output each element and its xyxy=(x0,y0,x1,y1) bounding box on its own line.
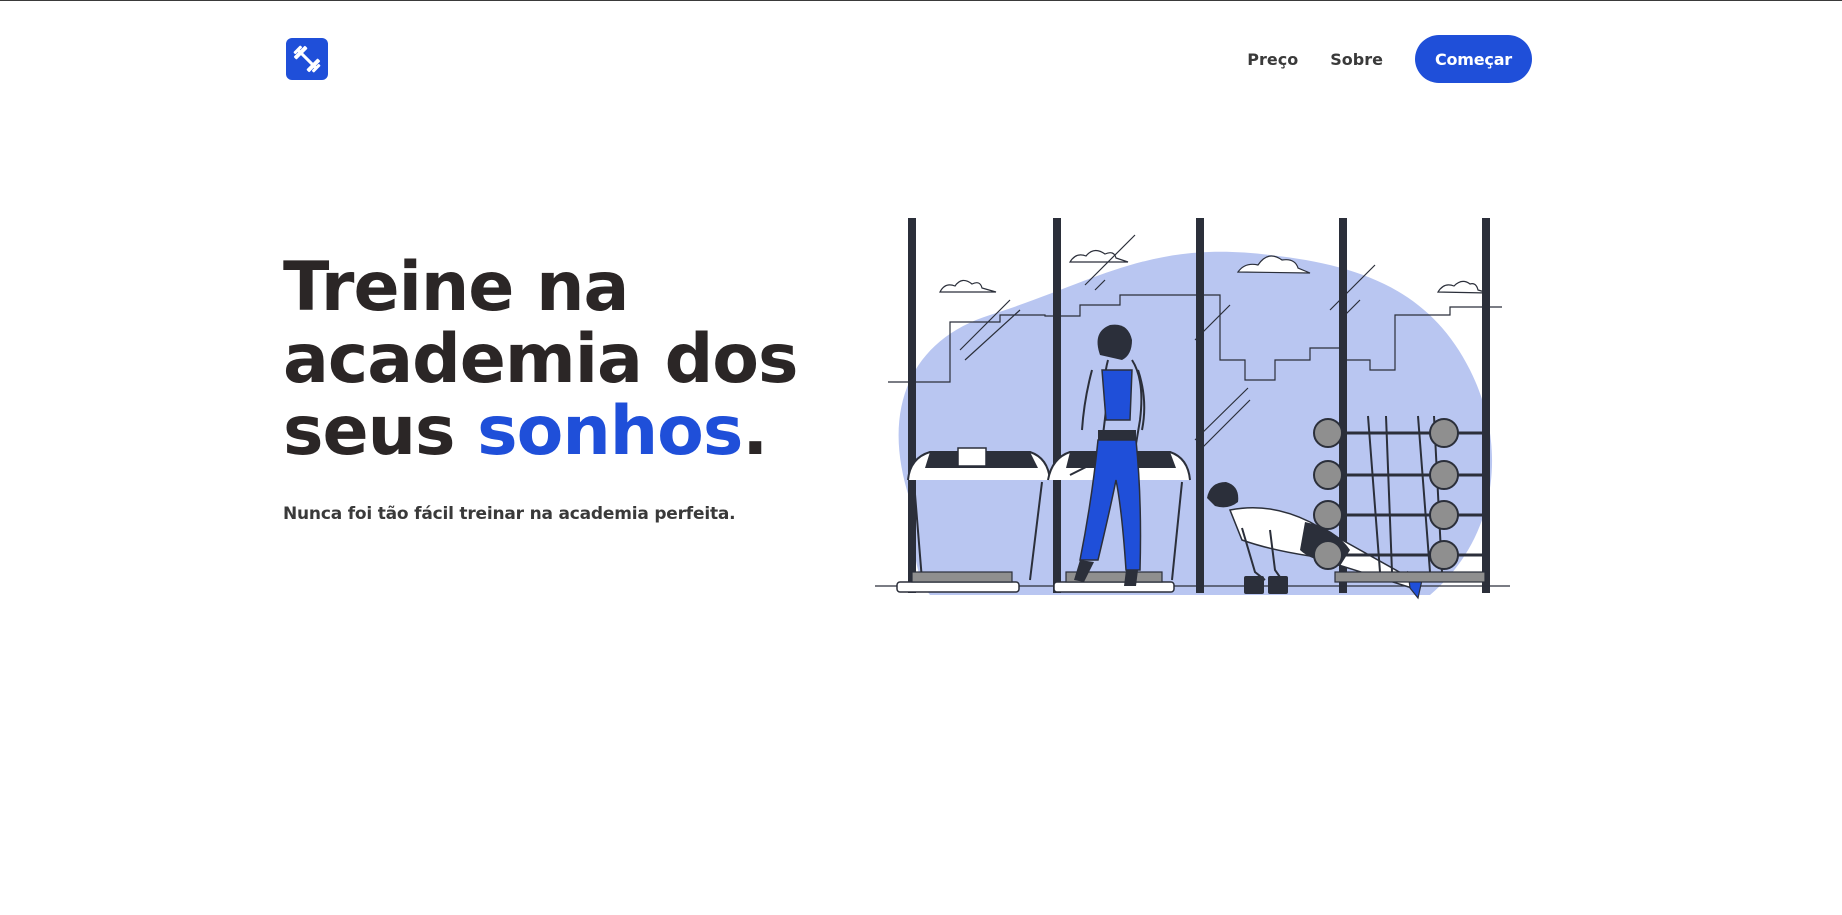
cloud-1 xyxy=(939,279,997,293)
hero-headline: Treine na academia dos seus sonhos. xyxy=(283,252,843,468)
hero-section: Treine na academia dos seus sonhos. Nunc… xyxy=(283,252,843,525)
blob-shape xyxy=(898,251,1493,595)
headline-line-3: seus xyxy=(283,392,455,471)
dumbbell-icon xyxy=(293,45,321,73)
cloud-2 xyxy=(1068,249,1129,263)
gym-illustration-icon xyxy=(875,218,1510,600)
window-frame-4 xyxy=(1339,218,1347,593)
start-button[interactable]: Começar xyxy=(1414,35,1532,83)
site-header: Preço Sobre Começar xyxy=(0,0,1842,120)
window-frame-5 xyxy=(1482,218,1490,593)
headline-accent: sonhos xyxy=(477,392,743,471)
hero-subtitle: Nunca foi tão fácil treinar na academia … xyxy=(283,504,736,524)
gym-illustration xyxy=(870,210,1520,610)
logo[interactable] xyxy=(286,38,328,80)
nav-link-preco[interactable]: Preço xyxy=(1247,50,1298,69)
headline-line-1: Treine na xyxy=(283,248,629,327)
window-frame-1 xyxy=(908,218,916,593)
window-frame-2 xyxy=(1053,218,1061,593)
headline-period: . xyxy=(742,392,768,471)
window-frame-3 xyxy=(1196,218,1204,593)
main-nav: Preço Sobre Começar xyxy=(1247,35,1532,83)
headline-line-2: academia dos xyxy=(283,320,798,399)
nav-link-sobre[interactable]: Sobre xyxy=(1330,50,1383,69)
cloud-4 xyxy=(1436,280,1489,294)
